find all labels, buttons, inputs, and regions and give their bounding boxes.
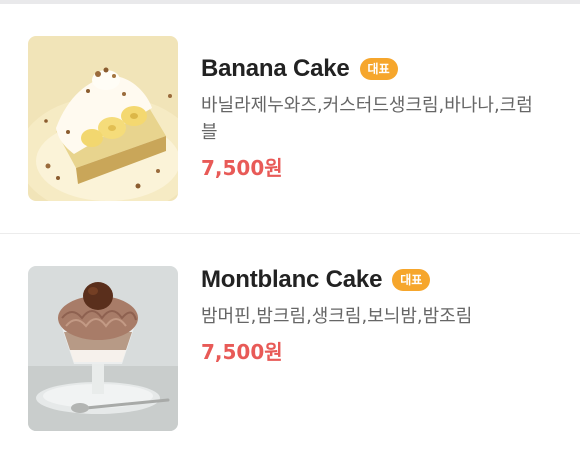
menu-item-description: 바닐라제누와즈,커스터드생크림,바나나,크럼블 (201, 95, 533, 143)
menu-list: Banana Cake 대표 바닐라제누와즈,커스터드생크림,바나나,크럼블 7… (0, 4, 580, 464)
menu-item-name: Banana Cake (201, 55, 350, 82)
title-row: Montblanc Cake 대표 (201, 265, 551, 295)
menu-item-montblanc-cake[interactable]: Montblanc Cake 대표 밤머핀,밤크림,생크림,보늬밤,밤조림 7,… (0, 234, 580, 464)
title-row: Banana Cake 대표 (201, 54, 551, 84)
signature-badge: 대표 (392, 269, 431, 291)
signature-badge: 대표 (359, 58, 398, 80)
menu-item-price: 7,500원 (201, 156, 283, 180)
montblanc-cake-photo (28, 266, 178, 431)
menu-item-info: Montblanc Cake 대표 밤머핀,밤크림,생크림,보늬밤,밤조림 7,… (201, 265, 551, 365)
banana-cake-photo (28, 36, 178, 201)
menu-item-banana-cake[interactable]: Banana Cake 대표 바닐라제누와즈,커스터드생크림,바나나,크럼블 7… (0, 4, 580, 234)
menu-item-info: Banana Cake 대표 바닐라제누와즈,커스터드생크림,바나나,크럼블 7… (201, 54, 551, 181)
menu-item-description: 밤머핀,밤크림,생크림,보늬밤,밤조림 (201, 306, 473, 327)
menu-item-name: Montblanc Cake (201, 266, 383, 293)
menu-item-price: 7,500원 (201, 340, 283, 364)
